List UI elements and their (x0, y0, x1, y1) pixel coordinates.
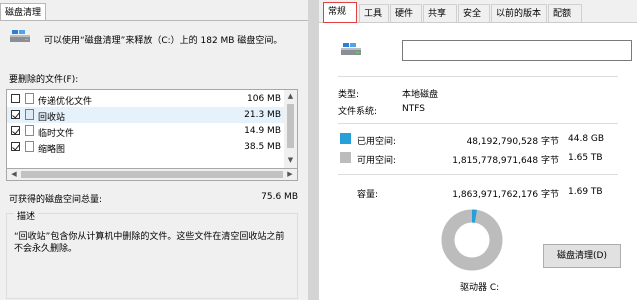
capacity-bytes: 1,863,971,762,176 字节 (452, 190, 559, 200)
tab-tools[interactable]: 工具 (359, 4, 389, 22)
tab-previous-versions[interactable]: 以前的版本 (491, 4, 547, 22)
drive-name-input[interactable] (402, 40, 632, 61)
recycle-bin-icon (25, 109, 34, 120)
disk-cleanup-pane: 磁盘清理 可以使用“磁盘清理”来释放（C:）上的 182 MB 磁盘空间。 要删… (0, 0, 308, 300)
type-value: 本地磁盘 (402, 90, 439, 100)
description-title: 描述 (14, 209, 39, 222)
checkbox[interactable] (11, 94, 20, 103)
list-item[interactable]: 临时文件 14.9 MB (7, 123, 285, 139)
used-space-label: 已用空间: (357, 137, 397, 147)
vertical-scrollbar[interactable]: ▲ ▼ (284, 90, 297, 168)
description-line-2: 不会永久删除。 (14, 244, 78, 254)
filesystem-value: NTFS (402, 104, 425, 114)
file-icon (25, 93, 34, 104)
type-label: 类型: (338, 90, 360, 100)
file-size: 14.9 MB (244, 126, 281, 136)
filesystem-label: 文件系统: (338, 107, 378, 117)
file-size: 106 MB (247, 94, 281, 104)
tab-security[interactable]: 安全 (458, 4, 490, 22)
used-space-size: 44.8 GB (568, 134, 605, 144)
total-space-value: 75.6 MB (261, 192, 298, 202)
file-name: 回收站 (38, 113, 66, 123)
files-list[interactable]: 传递优化文件 106 MB 回收站 21.3 MB 临时文件 14.9 MB 缩… (6, 89, 298, 169)
drive-icon (9, 29, 31, 43)
file-icon (25, 141, 34, 152)
tab-disk-cleanup[interactable]: 磁盘清理 (0, 3, 46, 21)
tab-sharing[interactable]: 共享 (423, 4, 457, 22)
free-space-bytes: 1,815,778,971,648 字节 (452, 156, 559, 166)
free-space-size: 1.65 TB (568, 153, 603, 163)
files-to-delete-label: 要删除的文件(F): (9, 75, 79, 85)
tab-quota[interactable]: 配额 (548, 4, 582, 22)
free-space-label: 可用空间: (357, 156, 397, 166)
file-name: 传递优化文件 (38, 97, 93, 107)
scroll-left-icon[interactable]: ◀ (9, 170, 19, 178)
description-group (6, 213, 298, 299)
checkbox[interactable] (11, 126, 20, 135)
cleanup-info-text: 可以使用“磁盘清理”来释放（C:）上的 182 MB 磁盘空间。 (44, 36, 283, 46)
scroll-down-icon[interactable]: ▼ (284, 156, 297, 164)
list-item[interactable]: 缩略图 38.5 MB (7, 139, 285, 155)
free-space-ring (441, 209, 503, 271)
free-space-swatch (340, 152, 351, 163)
file-name: 缩略图 (38, 145, 66, 155)
tab-general[interactable]: 常规 (323, 2, 357, 23)
scroll-thumb[interactable] (21, 171, 283, 178)
drive-label: 驱动器 C: (460, 283, 500, 293)
divider (338, 174, 618, 175)
scroll-thumb[interactable] (287, 104, 294, 148)
tab-divider (0, 20, 308, 21)
tab-hardware[interactable]: 硬件 (390, 4, 422, 22)
total-space-label: 可获得的磁盘空间总量: (9, 195, 103, 205)
file-name: 临时文件 (38, 129, 75, 139)
divider (338, 76, 618, 77)
capacity-size: 1.69 TB (568, 187, 603, 197)
scroll-up-icon[interactable]: ▲ (284, 92, 297, 100)
file-size: 38.5 MB (244, 142, 281, 152)
scroll-right-icon[interactable]: ▶ (285, 170, 295, 178)
list-item[interactable]: 回收站 21.3 MB (7, 107, 285, 123)
checkbox[interactable] (11, 142, 20, 151)
drive-icon (340, 42, 362, 56)
checkbox[interactable] (11, 110, 20, 119)
list-item[interactable]: 传递优化文件 106 MB (7, 91, 285, 107)
used-space-bytes: 48,192,790,528 字节 (466, 137, 559, 147)
usage-donut-chart (441, 209, 503, 271)
file-icon (25, 125, 34, 136)
disk-cleanup-button[interactable]: 磁盘清理(D) (543, 244, 621, 268)
capacity-label: 容量: (357, 190, 379, 200)
horizontal-scrollbar[interactable]: ◀ ▶ (6, 169, 298, 181)
drive-properties-pane: 常规 工具 硬件 共享 安全 以前的版本 配额 类型: 本地磁盘 文件系统: N… (319, 0, 637, 300)
divider (338, 123, 618, 124)
file-size: 21.3 MB (244, 110, 281, 120)
used-space-swatch (340, 133, 351, 144)
